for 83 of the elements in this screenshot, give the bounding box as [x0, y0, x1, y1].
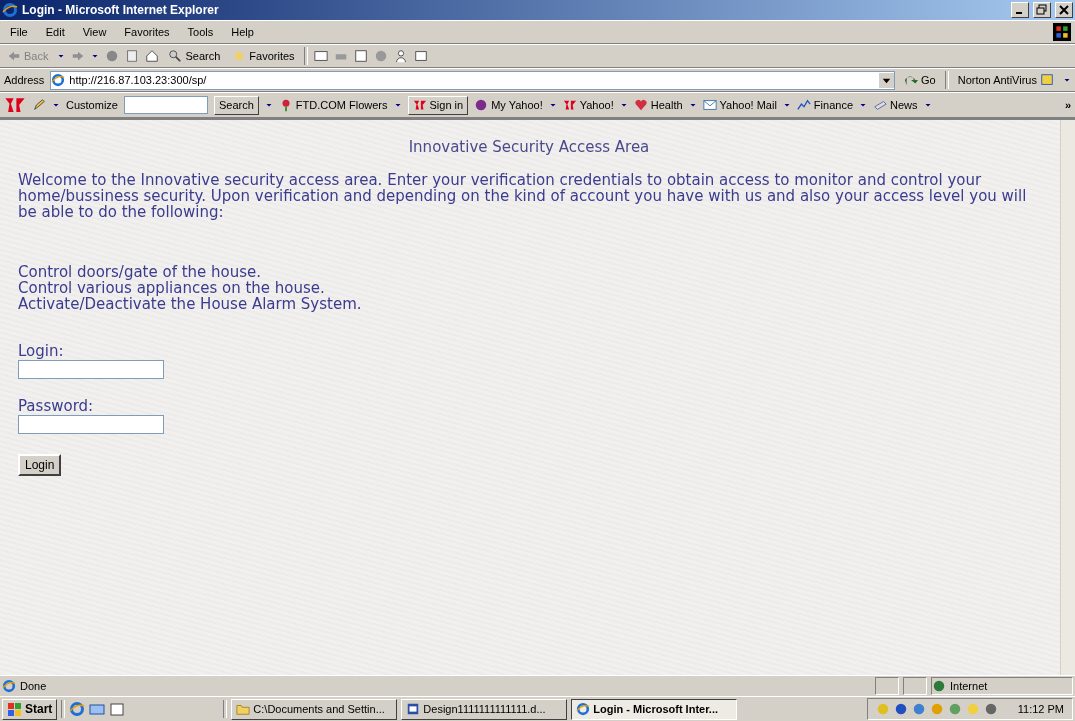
- restore-button[interactable]: [1033, 2, 1051, 18]
- sign-in-button[interactable]: Sign in: [407, 95, 469, 115]
- caret-icon: [782, 101, 791, 109]
- yahoo-logo-icon: [412, 98, 427, 112]
- menu-item[interactable]: Help: [225, 24, 260, 40]
- dropdown-icon: [879, 72, 894, 88]
- password-label: Password:: [18, 397, 95, 415]
- windows-logo-icon: [1053, 23, 1071, 41]
- taskbar-button[interactable]: C:\Documents and Settin...: [231, 698, 398, 720]
- customize-button[interactable]: Customize: [66, 99, 118, 111]
- password-field[interactable]: [18, 415, 164, 434]
- status-panel: [875, 677, 899, 695]
- person-icon: [393, 49, 408, 63]
- caret-icon: [91, 52, 100, 60]
- status-text: Done: [20, 680, 48, 692]
- browser-icon: [2, 2, 18, 18]
- caret-icon: [548, 101, 557, 109]
- window-title: Login - Microsoft Internet Explorer: [22, 3, 220, 17]
- start-button[interactable]: Start: [2, 698, 58, 720]
- status-panel: [903, 677, 927, 695]
- login-button[interactable]: Login: [18, 454, 62, 476]
- taskbar-button[interactable]: Design1111111111111.d...: [401, 698, 568, 720]
- toolbar-link[interactable]: News: [873, 98, 918, 112]
- favorites-button[interactable]: Favorites: [229, 48, 298, 64]
- caret-icon: [264, 101, 273, 109]
- pencil-icon: [32, 98, 46, 112]
- login-label: Login:: [18, 342, 65, 360]
- menu-item[interactable]: File: [4, 24, 34, 40]
- caret-icon: [52, 101, 60, 109]
- windows-logo-icon: [7, 701, 23, 717]
- toolbar-link[interactable]: Yahoo! Mail: [702, 98, 777, 112]
- star-icon: [232, 49, 247, 63]
- clock: 11:12 PM: [1017, 703, 1064, 715]
- address-field[interactable]: http://216.87.103.23:300/sp/: [50, 70, 895, 90]
- caret-icon: [57, 52, 66, 60]
- menu-item[interactable]: Favorites: [118, 24, 176, 40]
- toolbar-link[interactable]: Health: [633, 98, 683, 112]
- scrollbar[interactable]: [1060, 120, 1075, 675]
- feature-line: Control doors/gate of the house.: [18, 264, 262, 280]
- caret-icon: [619, 101, 628, 109]
- folder-icon: [236, 702, 251, 716]
- browser-icon: [51, 73, 66, 87]
- arrow-right-icon: [71, 49, 86, 63]
- browser-icon: [2, 679, 16, 693]
- page-heading: Innovative Security Access Area: [407, 138, 651, 156]
- toolbar-link[interactable]: Finance: [796, 98, 853, 112]
- caret-icon: [688, 101, 697, 109]
- go-button[interactable]: Go: [901, 72, 939, 88]
- feature-line: Activate/Deactivate the House Alarm System.: [18, 296, 363, 312]
- search-field[interactable]: [123, 96, 208, 114]
- toolbar-link[interactable]: FTD.COM Flowers: [278, 98, 388, 112]
- address-label: Address: [4, 74, 45, 86]
- caret-icon: [393, 101, 402, 109]
- login-field[interactable]: [18, 360, 164, 379]
- chart-icon: [796, 98, 811, 112]
- menu-item[interactable]: View: [76, 24, 113, 40]
- caret-icon: [1063, 76, 1071, 84]
- newspaper-icon: [873, 98, 887, 112]
- arrow-left-icon: [7, 49, 21, 63]
- home-icon: [145, 49, 160, 63]
- caret-icon: [859, 101, 867, 109]
- heart-icon: [633, 98, 648, 112]
- feature-line: Control various appliances on the house.: [18, 280, 325, 296]
- menu-item[interactable]: Tools: [181, 24, 220, 40]
- zone-indicator: Internet: [931, 677, 1073, 695]
- minimize-button[interactable]: [1011, 2, 1029, 18]
- desktop-icon: [109, 701, 126, 717]
- caret-icon: [923, 101, 932, 109]
- close-button[interactable]: [1055, 2, 1073, 18]
- search-button[interactable]: Search: [213, 95, 259, 115]
- norton-button[interactable]: Norton AntiVirus: [954, 72, 1057, 88]
- toolbar-link[interactable]: My Yahoo!: [474, 98, 543, 112]
- intro-paragraph: Welcome to the Innovative security access area. Enter your verification credentials to obtain access to monitor and control your home/bussiness security. Upon verification and depending on the kind of account you have with us and also your access level you will be able to do the following:: [18, 172, 1028, 220]
- more-button[interactable]: »: [1064, 99, 1071, 111]
- browser-icon: [576, 702, 591, 716]
- yahoo-logo-icon: [562, 98, 577, 112]
- search-icon: [168, 49, 183, 63]
- globe-icon: [932, 679, 946, 693]
- toolbar-link[interactable]: Yahoo!: [562, 98, 614, 112]
- browser-icon: [69, 701, 86, 717]
- search-button[interactable]: Search: [165, 48, 224, 64]
- taskbar-button[interactable]: Login - Microsoft Inter...: [571, 698, 738, 720]
- menu-item[interactable]: Edit: [39, 24, 71, 40]
